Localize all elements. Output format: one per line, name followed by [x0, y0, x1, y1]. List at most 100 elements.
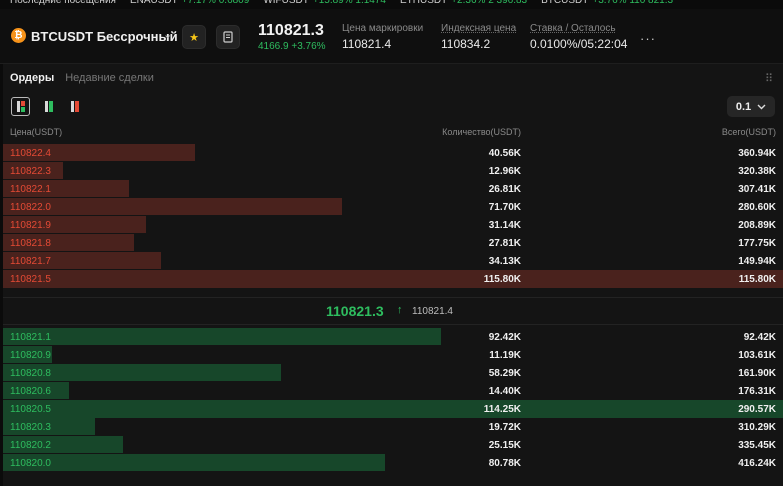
price-cell: 110821.9 — [10, 220, 51, 231]
depth-bar — [3, 400, 783, 418]
total-cell: 360.94K — [738, 148, 776, 159]
depth-bar — [3, 270, 783, 288]
star-icon: ★ — [189, 31, 199, 44]
mark-price-value: 110821.4 — [342, 37, 392, 51]
bid-row[interactable]: 110821.1 92.42K 92.42K — [3, 328, 783, 346]
view-both-button[interactable] — [11, 97, 30, 116]
price-cell: 110820.2 — [10, 440, 51, 451]
total-cell: 416.24K — [738, 458, 776, 469]
contract-info-button[interactable] — [216, 25, 240, 49]
favorite-star-button[interactable]: ★ — [182, 25, 206, 49]
total-cell: 307.41K — [738, 184, 776, 195]
price-cell: 110821.7 — [10, 256, 51, 267]
quantity-cell: 12.96K — [488, 166, 521, 177]
price-cell: 110822.4 — [10, 148, 51, 159]
total-cell: 290.57K — [738, 404, 776, 415]
total-cell: 149.94K — [738, 256, 776, 267]
precision-select[interactable]: 0.1 — [727, 96, 775, 117]
price-cell: 110820.9 — [10, 350, 51, 361]
quantity-cell: 27.81K — [488, 238, 521, 249]
chevron-down-icon[interactable]: ⌄ — [163, 28, 172, 41]
ask-row[interactable]: 110822.0 71.70K 280.60K — [3, 198, 783, 216]
ticker-item[interactable]: ENAUSDT +7.17% 0.6809 — [130, 0, 249, 6]
price-cell: 110822.3 — [10, 166, 51, 177]
ask-row[interactable]: 110821.7 34.13K 149.94K — [3, 252, 783, 270]
total-cell: 177.75K — [738, 238, 776, 249]
mid-price-bar: 110821.3 ↑ 110821.4 — [3, 297, 783, 325]
ticker-item[interactable]: BTCUSDT +3.76% 110 821.3 — [541, 0, 673, 6]
instrument-header: ₿ BTCUSDT Бессрочный ⌄ ★ 110821.3 4166.9… — [0, 9, 783, 64]
precision-value: 0.1 — [735, 100, 752, 113]
total-cell: 280.60K — [738, 202, 776, 213]
price-cell: 110821.8 — [10, 238, 51, 249]
ticker-symbol: Последние посещения — [10, 0, 116, 6]
lines-icon — [44, 101, 48, 112]
quantity-cell: 34.13K — [488, 256, 521, 267]
view-bids-button[interactable] — [39, 97, 58, 116]
tab-orders[interactable]: Ордеры — [10, 72, 54, 84]
bid-row[interactable]: 110820.8 58.29K 161.90K — [3, 364, 783, 382]
price-change: 4166.9 +3.76% — [258, 41, 326, 52]
ticker-symbol: ENAUSDT — [129, 0, 178, 6]
chevron-down-icon — [757, 104, 766, 109]
mid-last-price: 110821.3 — [326, 303, 384, 319]
bid-row[interactable]: 110820.3 19.72K 310.29K — [3, 418, 783, 436]
depth-bar — [3, 328, 441, 345]
tab-recent-trades[interactable]: Недавние сделки — [65, 72, 154, 84]
ticker-change: +2.36% 2 396.83 — [451, 0, 528, 6]
ticker-change: +15.89% 1.1474 — [312, 0, 386, 6]
total-cell: 115.80K — [738, 274, 776, 285]
ask-row[interactable]: 110821.9 31.14K 208.89K — [3, 216, 783, 234]
mid-mark-price: 110821.4 — [412, 306, 453, 317]
ticker-change: +3.76% 110 821.3 — [592, 0, 674, 6]
arrow-up-icon: ↑ — [397, 304, 403, 316]
bid-row[interactable]: 110820.2 25.15K 335.45K — [3, 436, 783, 454]
index-price-label: Индексная цена — [441, 23, 517, 34]
mark-price-label: Цена маркировки — [342, 23, 424, 34]
total-cell: 92.42K — [743, 332, 776, 343]
quantity-cell: 92.42K — [488, 332, 521, 343]
quantity-cell: 114.25K — [483, 404, 521, 415]
ticker-item[interactable]: ETHUSDT +2.36% 2 396.83 — [400, 0, 527, 6]
bid-row[interactable]: 110820.0 80.78K 416.24K — [3, 454, 783, 472]
bid-row[interactable]: 110820.9 11.19K 103.61K — [3, 346, 783, 364]
ask-row[interactable]: 110821.8 27.81K 177.75K — [3, 234, 783, 252]
total-cell: 320.38K — [738, 166, 776, 177]
quantity-cell: 25.15K — [488, 440, 521, 451]
ask-row[interactable]: 110822.4 40.56K 360.94K — [3, 144, 783, 162]
view-asks-button[interactable] — [65, 97, 84, 116]
quantity-cell: 14.40K — [488, 386, 521, 397]
total-cell: 161.90K — [738, 368, 776, 379]
price-cell: 110820.5 — [10, 404, 51, 415]
last-price: 110821.3 — [258, 22, 324, 39]
order-book-panel: Ордеры Недавние сделки ⠿ 0.1 Цена(USDT) … — [3, 64, 783, 486]
quantity-cell: 19.72K — [488, 422, 521, 433]
ask-row[interactable]: 110822.3 12.96K 320.38K — [3, 162, 783, 180]
ticker-item[interactable]: WIFUSDT +15.89% 1.1474 — [263, 0, 386, 6]
index-price-stat[interactable]: Индексная цена 110834.2 — [441, 23, 516, 51]
ask-row[interactable]: 110821.5 115.80K 115.80K — [3, 270, 783, 288]
price-cell: 110821.5 — [10, 274, 51, 285]
total-cell: 103.61K — [738, 350, 776, 361]
quantity-cell: 26.81K — [488, 184, 521, 195]
ask-row[interactable]: 110822.1 26.81K 307.41K — [3, 180, 783, 198]
index-price-value: 110834.2 — [441, 37, 491, 51]
quantity-cell: 115.80K — [483, 274, 521, 285]
ticker-symbol: WIFUSDT — [263, 0, 309, 6]
price-cell: 110822.0 — [10, 202, 51, 213]
price-cell: 110822.1 — [10, 184, 51, 195]
funding-stat[interactable]: Ставка / Осталось 0.0100%/05:22:04 — [530, 23, 627, 51]
bid-row[interactable]: 110820.5 114.25K 290.57K — [3, 400, 783, 418]
bid-row[interactable]: 110820.6 14.40K 176.31K — [3, 382, 783, 400]
price-cell: 110820.6 — [10, 386, 51, 397]
price-cell: 110820.8 — [10, 368, 51, 379]
total-cell: 208.89K — [738, 220, 776, 231]
symbol-selector[interactable]: BTCUSDT Бессрочный — [31, 29, 178, 44]
more-options-button[interactable]: ··· — [640, 31, 656, 46]
price-cell: 110821.1 — [10, 332, 51, 343]
drag-handle-icon[interactable]: ⠿ — [765, 72, 773, 85]
ticker-item[interactable]: Последние посещения — [10, 0, 116, 6]
funding-value: 0.0100%/05:22:04 — [530, 37, 628, 51]
quantity-cell: 58.29K — [488, 368, 521, 379]
document-icon — [223, 31, 233, 43]
